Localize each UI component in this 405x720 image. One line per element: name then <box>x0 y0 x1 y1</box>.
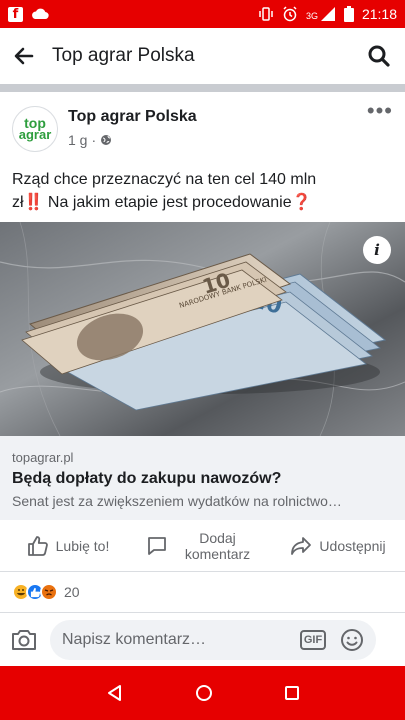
time-separator: · <box>91 132 97 148</box>
info-icon[interactable]: i <box>363 236 391 264</box>
system-nav-bar <box>0 666 405 720</box>
post-header: top agrar Top agrar Polska 1 g · ••• <box>0 92 405 162</box>
thumbs-up-icon <box>27 535 48 556</box>
post-text-line-1: Rząd chce przeznaczyć na ten cel 140 mln <box>12 171 317 188</box>
more-options-icon[interactable]: ••• <box>367 100 393 162</box>
avatar[interactable]: top agrar <box>12 106 58 152</box>
comment-button[interactable]: Dodaj komentarz <box>135 530 270 562</box>
link-domain: topagrar.pl <box>12 450 74 465</box>
post-text-line-2: zł‼️ Na jakim etapie jest procedowanie❓ <box>12 191 392 214</box>
link-preview-image[interactable]: 20 10 NARODOWY BANK POLSKI i <box>0 222 405 436</box>
camera-icon[interactable] <box>10 627 38 653</box>
cloud-icon <box>32 8 49 20</box>
comment-label-line-1: Dodaj <box>199 529 236 546</box>
share-arrow-icon <box>291 536 312 555</box>
reaction-count: 20 <box>64 584 80 600</box>
post-author[interactable]: Top agrar Polska <box>68 108 197 126</box>
comment-icon <box>147 536 166 555</box>
battery-icon <box>343 6 354 22</box>
globe-icon <box>101 135 112 145</box>
angry-reaction-icon <box>40 583 58 601</box>
post-actions: Lubię to! Dodaj komentarz Udostępnij <box>0 520 405 572</box>
vibrate-icon <box>259 7 273 21</box>
back-triangle-icon[interactable] <box>106 684 124 702</box>
link-preview[interactable]: topagrar.pl Będą dopłaty do zakupu nawoz… <box>0 436 405 520</box>
like-label: Lubię to! <box>55 537 110 554</box>
post-time: 1 g · <box>68 132 197 148</box>
signal-icon <box>320 7 335 21</box>
arrow-left-icon[interactable] <box>14 46 34 66</box>
facebook-icon: f <box>8 6 23 22</box>
status-bar: f 3G 21:18 <box>0 0 405 28</box>
clock: 21:18 <box>361 6 397 22</box>
divider <box>0 84 405 92</box>
comment-input-wrapper: GIF <box>50 619 376 660</box>
share-button[interactable]: Udostępnij <box>270 534 405 558</box>
home-circle-icon[interactable] <box>195 684 213 702</box>
post-text-currency: zł <box>12 194 24 211</box>
recents-square-icon[interactable] <box>284 685 300 701</box>
alarm-icon <box>283 6 297 22</box>
question-mark-emoji: ❓ <box>291 194 312 211</box>
page-title: Top agrar Polska <box>52 45 195 66</box>
post-text-question: Na jakim etapie jest procedowanie <box>43 194 292 211</box>
post-meta: Top agrar Polska 1 g · <box>68 106 197 162</box>
comment-input[interactable] <box>62 630 292 649</box>
comment-label: Dodaj komentarz <box>175 530 261 562</box>
reactions-summary[interactable]: 20 <box>12 580 80 604</box>
post-text: Rząd chce przeznaczyć na ten cel 140 mln… <box>12 168 392 214</box>
double-exclamation-emoji: ‼️ <box>23 194 44 211</box>
share-label: Udostępnij <box>319 537 386 554</box>
avatar-logo-text-agrar: agrar <box>18 127 52 142</box>
link-title: Będą dopłaty do zakupu nawozów? <box>12 470 282 487</box>
banknotes-photo: 20 10 NARODOWY BANK POLSKI <box>0 222 405 436</box>
comment-bar: GIF <box>0 612 405 666</box>
app-bar: Top agrar Polska <box>0 28 405 84</box>
search-icon[interactable] <box>367 44 391 68</box>
comment-label-line-2: komentarz <box>184 545 251 562</box>
network-type: 3G <box>305 11 318 21</box>
emoji-icon[interactable] <box>340 628 364 652</box>
link-description: Senat jest za zwiększeniem wydatków na r… <box>12 493 342 509</box>
post-time-value[interactable]: 1 g <box>68 132 87 148</box>
like-button[interactable]: Lubię to! <box>0 534 135 558</box>
gif-button[interactable]: GIF <box>300 629 326 650</box>
